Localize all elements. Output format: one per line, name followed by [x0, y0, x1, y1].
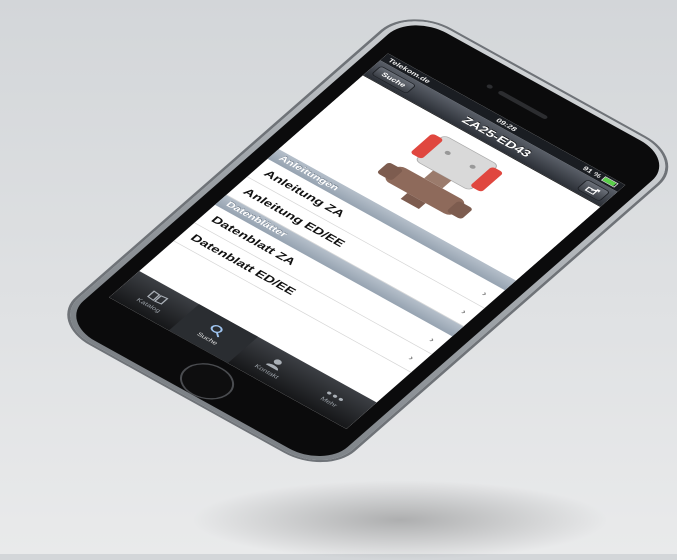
front-camera [485, 83, 494, 90]
share-icon [584, 186, 601, 195]
phone-bezel: Telekom.de 09:28 91 % Suche ZA25-ED43 An… [59, 13, 676, 468]
chevron-right-icon: › [479, 289, 491, 298]
chevron-right-icon: › [458, 307, 470, 317]
phone-shadow [190, 480, 610, 560]
phone-device: Telekom.de 09:28 91 % Suche ZA25-ED43 An… [51, 8, 677, 474]
chevron-right-icon: › [405, 353, 418, 363]
earpiece-speaker [497, 90, 549, 120]
chevron-right-icon: › [426, 335, 438, 345]
